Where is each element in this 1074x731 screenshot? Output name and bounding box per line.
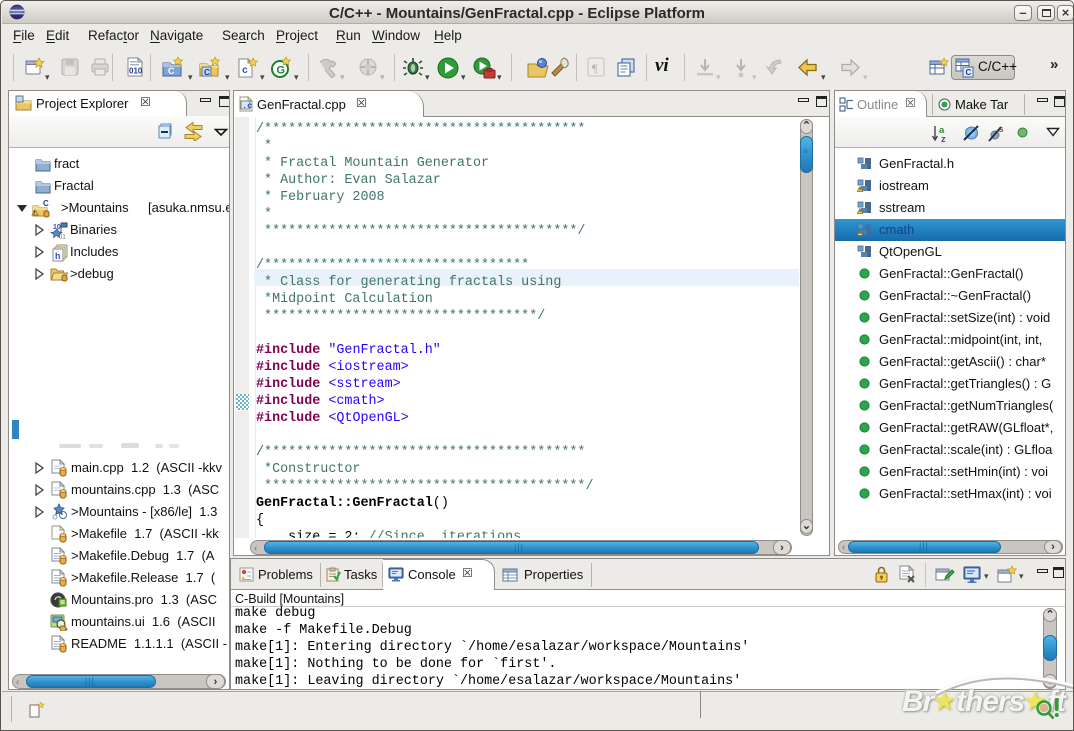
svg-text:c: c	[242, 66, 248, 77]
svg-text:z: z	[941, 134, 946, 144]
svg-text:¶: ¶	[592, 61, 598, 75]
svg-text:01: 01	[59, 235, 66, 241]
svg-text:G: G	[277, 65, 286, 77]
svg-text:!: !	[34, 211, 36, 217]
svg-text:C: C	[204, 67, 210, 77]
svg-text:C: C	[966, 68, 972, 77]
svg-text:.c: .c	[242, 101, 252, 111]
svg-text:010: 010	[129, 67, 143, 76]
svg-text:C: C	[43, 199, 49, 208]
svg-text:C: C	[168, 66, 175, 76]
svg-text:h: h	[55, 252, 60, 262]
